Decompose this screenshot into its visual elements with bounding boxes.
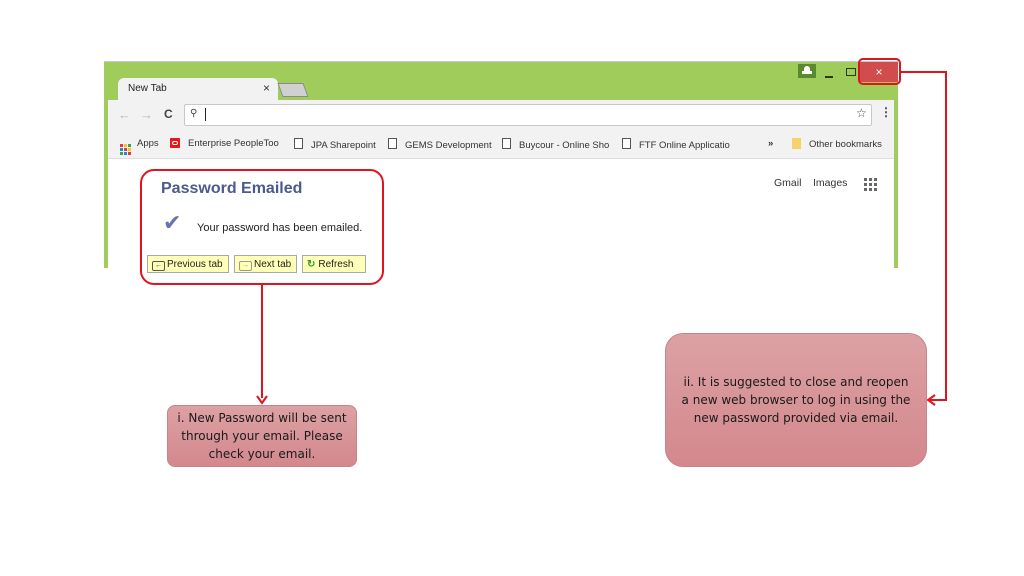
images-link[interactable]: Images	[813, 177, 847, 189]
bookmark-label: JPA Sharepoint	[311, 140, 376, 151]
bookmark-label: GEMS Development	[405, 140, 492, 151]
new-tab-button[interactable]	[277, 83, 309, 97]
bookmark-ftf-online[interactable]: FTF Online Applicatio	[622, 138, 734, 151]
bookmarks-overflow-button[interactable]: »	[768, 138, 773, 149]
minimize-button[interactable]	[824, 66, 834, 80]
page-icon	[294, 138, 303, 149]
bookmark-jpa-sharepoint[interactable]: JPA Sharepoint	[294, 138, 376, 151]
text-caret	[205, 108, 206, 121]
google-apps-icon[interactable]	[864, 178, 877, 191]
connector-line-2a	[901, 71, 947, 73]
bookmark-label: Other bookmarks	[809, 139, 882, 150]
bookmark-label: Buycour - Online Sho	[519, 140, 610, 151]
folder-icon	[792, 138, 801, 149]
arrowhead-left-icon	[927, 394, 936, 406]
bookmark-label: Enterprise PeopleToo	[188, 138, 279, 149]
connector-line-2b	[945, 71, 947, 401]
bookmark-label: Apps	[137, 138, 159, 149]
page-icon	[502, 138, 511, 149]
user-icon[interactable]	[798, 64, 816, 78]
callout-new-password: i. New Password will be sent through you…	[167, 405, 357, 467]
page-icon	[622, 138, 631, 149]
back-icon[interactable]: ←	[118, 107, 131, 122]
reload-icon[interactable]: C	[164, 107, 173, 121]
address-bar[interactable]: ⚲	[184, 104, 872, 126]
page-icon	[388, 138, 397, 149]
bookmark-apps[interactable]: Apps	[120, 138, 159, 155]
maximize-button[interactable]	[846, 66, 856, 80]
bookmark-star-icon[interactable]: ☆	[856, 106, 867, 120]
arrowhead-down-icon	[256, 395, 268, 405]
bookmark-enterprise-peopletools[interactable]: Enterprise PeopleToo	[170, 138, 282, 149]
callout-text: ii. It is suggested to close and reopen …	[681, 375, 911, 425]
apps-icon	[120, 144, 131, 155]
callout-text: i. New Password will be sent through you…	[177, 411, 347, 461]
menu-icon[interactable]: ⋮	[880, 105, 892, 119]
oracle-icon	[170, 138, 180, 148]
bookmark-buycour[interactable]: Buycour - Online Sho	[502, 138, 610, 151]
toolbar: ← → C ⚲ ☆ ⋮	[108, 100, 894, 130]
forward-icon[interactable]: →	[140, 107, 153, 122]
connector-line-1	[261, 285, 263, 398]
bookmark-label: FTF Online Applicatio	[639, 140, 730, 151]
bookmarks-bar: Apps Enterprise PeopleToo JPA Sharepoint…	[108, 130, 894, 159]
callout-reopen-browser: ii. It is suggested to close and reopen …	[665, 333, 927, 467]
search-icon: ⚲	[190, 108, 198, 119]
tab-new-tab[interactable]: New Tab ×	[118, 78, 278, 100]
tab-title: New Tab	[128, 83, 167, 94]
highlight-close-button	[858, 58, 901, 85]
highlight-password-panel	[140, 169, 384, 285]
gmail-link[interactable]: Gmail	[774, 177, 801, 189]
tab-close-icon[interactable]: ×	[263, 81, 270, 95]
bookmark-gems-development[interactable]: GEMS Development	[388, 138, 492, 151]
other-bookmarks[interactable]: Other bookmarks	[792, 138, 882, 150]
